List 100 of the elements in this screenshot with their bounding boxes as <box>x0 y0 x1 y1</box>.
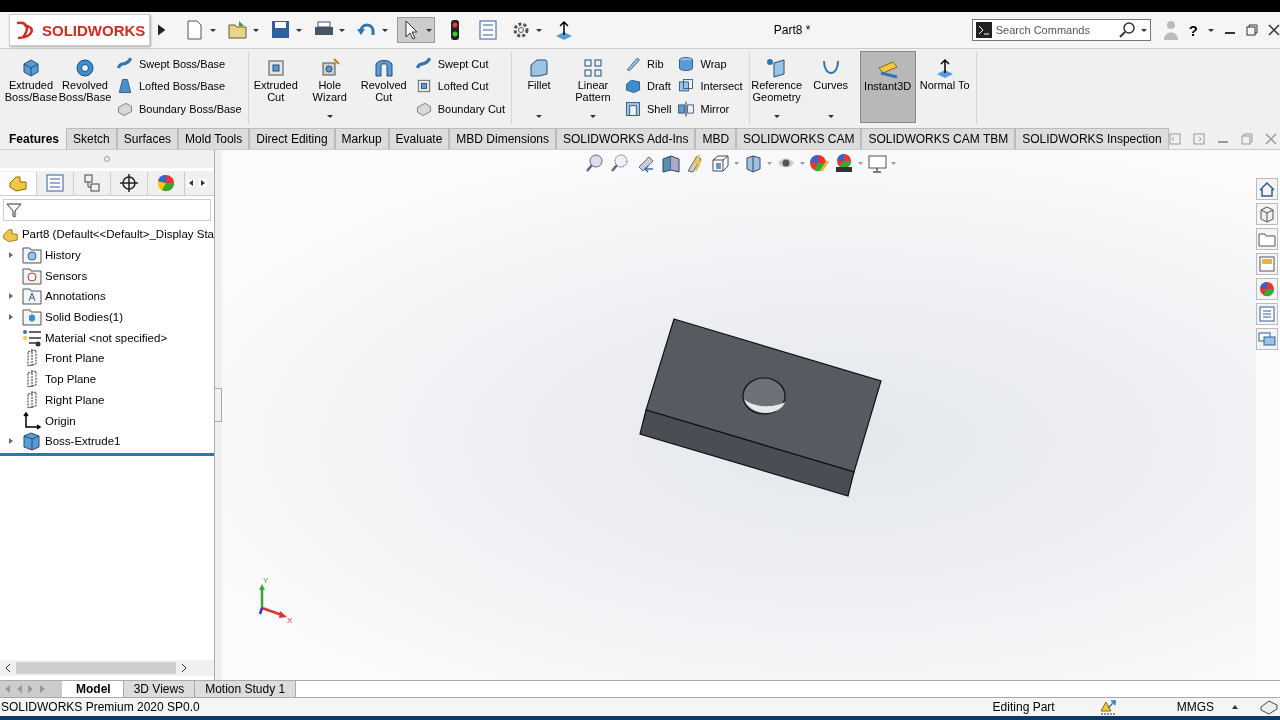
save-icon[interactable] <box>269 19 292 41</box>
configuration-icon[interactable] <box>82 173 102 193</box>
ribbon-button[interactable]: Lofted Boss/Base <box>116 77 242 96</box>
ribbon-button[interactable]: Revolved Boss/Base <box>60 51 110 124</box>
caret-icon[interactable] <box>425 28 432 32</box>
tree-item[interactable]: Solid Bodies(1) <box>45 311 123 324</box>
help-button[interactable]: ? <box>1188 21 1198 39</box>
tab[interactable]: Mold Tools <box>178 128 250 149</box>
zoom-area-icon[interactable] <box>610 153 631 173</box>
tree-item[interactable]: Origin <box>45 414 76 427</box>
ribbon-button[interactable]: Swept Boss/Base <box>116 55 242 74</box>
expand-menu-icon[interactable] <box>158 24 166 36</box>
ribbon-button[interactable]: Boundary Cut <box>414 99 505 118</box>
tab[interactable]: 3D Views <box>123 681 196 697</box>
crosshair-icon[interactable] <box>119 173 139 193</box>
ribbon-button[interactable]: Instant3D <box>859 51 916 123</box>
expand-arrow-icon[interactable] <box>8 313 14 322</box>
tab[interactable]: SOLIDWORKS Add-Ins <box>556 128 696 149</box>
scroll-left-icon[interactable] <box>187 179 195 187</box>
rollback-bar[interactable] <box>0 452 214 456</box>
ribbon-button[interactable]: Extruded Cut <box>250 51 301 124</box>
tree-item[interactable]: Annotations <box>45 290 106 303</box>
zoom-to-fit-icon[interactable] <box>585 153 606 173</box>
splitter-handle[interactable] <box>215 388 222 422</box>
close-icon[interactable] <box>1268 24 1280 36</box>
ribbon-button[interactable]: Linear Pattern <box>568 51 618 124</box>
scroll-right-icon[interactable] <box>180 663 188 673</box>
ribbon-button[interactable]: Shell <box>624 99 672 118</box>
tree-item[interactable]: Top Plane <box>45 373 97 386</box>
tree-item[interactable]: Sensors <box>45 269 88 282</box>
forum-icon[interactable] <box>1258 330 1276 348</box>
tree-item[interactable]: Front Plane <box>45 352 105 365</box>
caret-icon[interactable] <box>381 28 388 32</box>
tab[interactable]: Surfaces <box>116 128 179 149</box>
caret-icon[interactable] <box>209 28 216 32</box>
monitor-icon[interactable] <box>867 153 888 173</box>
ribbon-button[interactable]: Intersect <box>677 77 743 96</box>
tree-item[interactable]: Boss-Extrude1 <box>45 435 121 448</box>
tree-item[interactable]: Material <not specified> <box>45 331 168 344</box>
view-orientation-icon[interactable] <box>710 153 731 173</box>
ribbon-button[interactable]: Curves <box>805 51 856 124</box>
search-icon[interactable] <box>1118 22 1137 38</box>
ribbon-button[interactable]: Wrap <box>677 55 743 74</box>
tab[interactable]: MBD Dimensions <box>449 128 556 149</box>
ribbon-button[interactable]: Extruded Boss/Base <box>6 51 56 124</box>
caret-icon[interactable] <box>590 115 596 118</box>
ribbon-button[interactable]: Fillet <box>514 51 564 124</box>
ribbon-button[interactable]: Lofted Cut <box>414 77 505 96</box>
color-wheel-icon[interactable] <box>1258 280 1276 298</box>
ribbon-button[interactable]: Rib <box>624 55 672 74</box>
scroll-right-icon[interactable] <box>199 179 207 187</box>
tab[interactable]: MBD <box>695 128 737 149</box>
rebuild-warning-icon[interactable] <box>1098 699 1117 715</box>
search-field[interactable]: Search Commands <box>995 24 1115 36</box>
tab[interactable]: SOLIDWORKS Inspection <box>1015 128 1169 149</box>
ribbon-button[interactable]: Normal To <box>919 51 970 124</box>
folder-icon[interactable] <box>1258 230 1276 248</box>
library-icon[interactable] <box>1258 205 1276 223</box>
caret-icon[interactable] <box>326 115 333 118</box>
tree-item[interactable]: Right Plane <box>45 393 105 406</box>
caret-icon[interactable] <box>295 28 302 32</box>
ribbon-button[interactable]: Hole Wizard <box>304 51 355 124</box>
expand-arrow-icon[interactable] <box>8 251 14 260</box>
scene-icon[interactable] <box>834 153 855 173</box>
tab[interactable]: SOLIDWORKS CAM <box>736 128 862 149</box>
tab[interactable]: Sketch <box>66 128 117 149</box>
caret-icon[interactable] <box>535 28 542 32</box>
caret-icon[interactable] <box>1232 705 1238 709</box>
color-wheel-icon[interactable] <box>156 173 176 193</box>
scrollbar-thumb[interactable] <box>16 662 176 674</box>
gripper-icon[interactable] <box>104 156 110 162</box>
ribbon-button[interactable]: Reference Geometry <box>751 51 802 124</box>
ribbon-button[interactable]: Draft <box>624 77 672 96</box>
scroll-left-icon[interactable] <box>4 663 12 673</box>
tab[interactable]: Evaluate <box>388 128 450 149</box>
tree-item[interactable]: History <box>45 249 81 262</box>
ribbon-button[interactable]: Boundary Boss/Base <box>116 99 242 118</box>
expand-arrow-icon[interactable] <box>8 292 14 301</box>
tab[interactable]: Direct Editing <box>249 128 335 149</box>
display-style-icon[interactable] <box>743 153 764 173</box>
tab[interactable]: SOLIDWORKS CAM TBM <box>861 128 1016 149</box>
units-button[interactable]: MMGS <box>1176 700 1214 714</box>
expand-arrow-icon[interactable] <box>8 437 14 446</box>
tree-item[interactable]: Part8 (Default<<Default>_Display Sta <box>21 228 214 241</box>
search-box[interactable]: Search Commands <box>971 19 1151 41</box>
caret-icon[interactable] <box>536 115 542 118</box>
home-icon[interactable] <box>1258 180 1276 198</box>
caret-icon[interactable] <box>1140 28 1147 32</box>
edit-appearance-icon[interactable] <box>809 153 830 173</box>
tab[interactable]: Motion Study 1 <box>195 681 297 697</box>
filter-field[interactable] <box>3 199 211 221</box>
caret-icon[interactable] <box>1208 28 1214 32</box>
caret-icon[interactable] <box>827 115 834 118</box>
caret-icon[interactable] <box>338 28 345 32</box>
section-view-icon[interactable] <box>660 153 681 173</box>
caret-icon[interactable] <box>252 28 259 32</box>
tab[interactable]: Markup <box>334 128 389 149</box>
ribbon-button[interactable]: Mirror <box>677 99 743 118</box>
ribbon-button[interactable]: Swept Cut <box>414 55 505 74</box>
caret-icon[interactable] <box>773 115 780 118</box>
